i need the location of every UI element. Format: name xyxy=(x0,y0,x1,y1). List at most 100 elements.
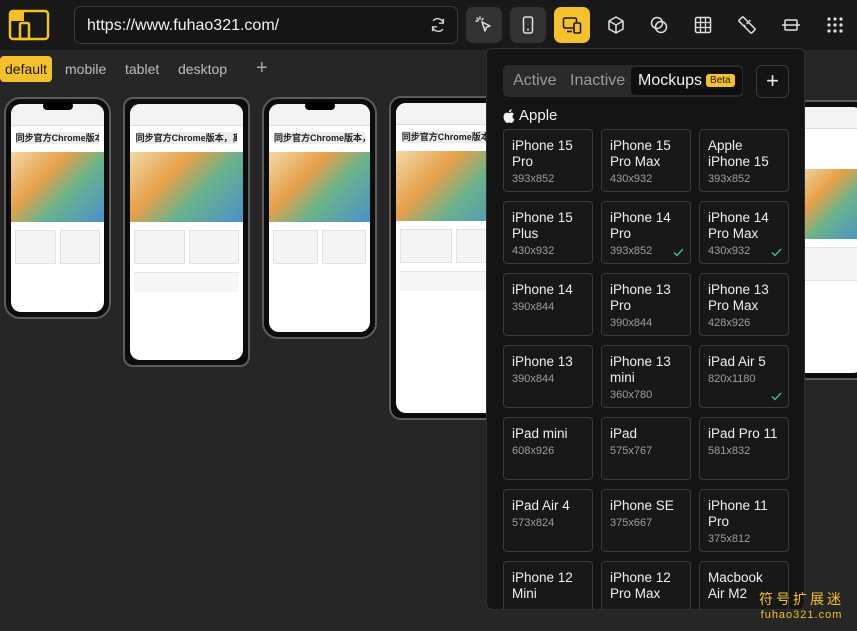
device-card[interactable]: iPad Air 5 820x1180 xyxy=(699,345,789,408)
group-title-label: Apple xyxy=(519,107,558,124)
device-card[interactable]: iPhone 15 Plus 430x932 xyxy=(503,201,593,264)
reload-icon[interactable] xyxy=(429,16,447,34)
device-card[interactable]: iPhone 15 Pro Max 430x932 xyxy=(601,129,691,192)
device-card[interactable]: iPhone 13 Pro Max 428x926 xyxy=(699,273,789,336)
device-card[interactable]: iPhone 13 390x844 xyxy=(503,345,593,408)
device-card[interactable]: iPad mini 608x926 xyxy=(503,417,593,480)
device-name: iPhone 13 Pro Max xyxy=(708,282,769,313)
url-text[interactable]: https://www.fuhao321.com/ xyxy=(87,17,279,35)
segment-inactive[interactable]: Inactive xyxy=(570,65,625,97)
tab-desktop[interactable]: desktop xyxy=(178,56,227,82)
content-cards xyxy=(801,247,857,281)
device-card[interactable]: iPad 575x767 xyxy=(601,417,691,480)
add-tab-button[interactable]: + xyxy=(256,57,268,79)
grid-icon xyxy=(694,16,712,34)
dynamic-island xyxy=(304,102,335,110)
device-screen: 同步官方Chrome版本，离 xyxy=(269,104,370,332)
device-size: 575x767 xyxy=(610,445,653,457)
ruler-button[interactable] xyxy=(729,7,765,43)
device-preview[interactable]: 同步官方Chrome版本，离 xyxy=(123,97,250,367)
device-preview[interactable]: 同步官方Chrome版本，离 xyxy=(262,97,377,339)
dots-grid-icon xyxy=(827,17,843,33)
page-headline: 同步官方Chrome版本，离 xyxy=(15,132,100,144)
device-size: 390x844 xyxy=(512,373,555,385)
segment-mockups[interactable]: Mockups Beta xyxy=(631,67,742,95)
device-size: 428x926 xyxy=(708,317,751,329)
device-name: Apple iPhone 15 xyxy=(708,138,769,169)
device-name: iPhone 15 Plus xyxy=(512,210,573,241)
phone-icon xyxy=(522,16,534,34)
cursor-click-icon xyxy=(475,16,491,32)
device-preview[interactable]: 同步官方Chrome版本，离 xyxy=(4,97,111,319)
check-icon xyxy=(771,392,782,401)
device-name: iPad Pro 11 xyxy=(708,426,778,441)
device-name: iPhone 14 Pro xyxy=(610,210,671,241)
device-size: 573x824 xyxy=(512,517,555,529)
device-card[interactable]: iPhone 14 Pro 393x852 xyxy=(601,201,691,264)
device-card[interactable]: iPhone 14 390x844 xyxy=(503,273,593,336)
site-watermark: 符号扩展迷 fuhao321.com xyxy=(759,589,844,621)
device-size: 430x932 xyxy=(708,245,751,257)
content-cards xyxy=(273,230,366,264)
responsive-devices-button[interactable] xyxy=(554,7,590,43)
content-cards xyxy=(15,230,100,264)
device-card[interactable]: iPhone 14 Pro Max 430x932 xyxy=(699,201,789,264)
tab-mobile[interactable]: mobile xyxy=(65,56,106,82)
group-title: Apple xyxy=(503,107,557,124)
device-card[interactable]: iPhone SE 375x667 xyxy=(601,489,691,552)
device-size: 390x844 xyxy=(512,301,555,313)
device-name: iPhone 14 xyxy=(512,282,573,297)
device-name: iPhone SE xyxy=(610,498,674,513)
device-name: iPhone 15 Pro xyxy=(512,138,573,169)
device-size: 820x1180 xyxy=(708,373,756,385)
device-card[interactable]: iPad Air 4 573x824 xyxy=(503,489,593,552)
device-card[interactable]: Apple iPhone 15 393x852 xyxy=(699,129,789,192)
color-blend-button[interactable] xyxy=(641,7,677,43)
device-size: 393x852 xyxy=(708,173,751,185)
device-card[interactable]: iPhone 13 Pro 390x844 xyxy=(601,273,691,336)
device-name: iPhone 11 Pro xyxy=(708,498,768,529)
device-mockups-panel: Active Inactive Mockups Beta + Apple iPho… xyxy=(486,48,805,610)
device-card[interactable]: iPhone 11 Pro 375x812 xyxy=(699,489,789,552)
device-size: 375x812 xyxy=(708,533,751,545)
device-name: iPhone 15 Pro Max xyxy=(610,138,671,169)
device-card[interactable]: iPhone 12 Mini xyxy=(503,561,593,609)
device-screen xyxy=(797,107,857,373)
app-logo-icon[interactable] xyxy=(8,8,50,42)
check-icon xyxy=(673,248,684,257)
inspect-cursor-button[interactable] xyxy=(466,7,502,43)
device-name: iPhone 13 Pro xyxy=(610,282,671,313)
device-card[interactable]: iPhone 12 Pro Max xyxy=(601,561,691,609)
hero-image xyxy=(269,152,370,222)
url-bar[interactable]: https://www.fuhao321.com/ xyxy=(74,6,458,44)
device-state-segmented-control: Active Inactive Mockups Beta xyxy=(503,65,743,97)
device-card[interactable]: iPad Pro 11 581x832 xyxy=(699,417,789,480)
device-name: iPad Air 5 xyxy=(708,354,766,369)
mobile-view-button[interactable] xyxy=(510,7,546,43)
3d-view-button[interactable] xyxy=(598,7,634,43)
device-name: iPhone 12 Mini xyxy=(512,570,573,601)
cube-icon xyxy=(608,16,624,34)
hero-image xyxy=(11,152,104,222)
more-apps-button[interactable] xyxy=(817,7,853,43)
segment-active[interactable]: Active xyxy=(513,65,557,97)
devices-icon xyxy=(562,17,582,34)
device-size: 390x844 xyxy=(610,317,653,329)
tab-tablet[interactable]: tablet xyxy=(125,56,159,82)
frame-width-button[interactable] xyxy=(773,7,809,43)
frame-width-icon xyxy=(782,19,800,31)
device-screen: 同步官方Chrome版本，离 xyxy=(11,104,104,312)
add-device-button[interactable]: + xyxy=(756,65,789,98)
watermark-url: fuhao321.com xyxy=(760,609,843,621)
tab-default[interactable]: default xyxy=(0,56,53,82)
page-headline: 同步官方Chrome版本，离 xyxy=(274,132,365,144)
device-name: iPhone 12 Pro Max xyxy=(610,570,671,601)
segment-mockups-label: Mockups xyxy=(638,72,703,89)
content-cards xyxy=(134,230,239,264)
beta-badge: Beta xyxy=(706,74,735,87)
device-card[interactable]: iPhone 13 mini 360x780 xyxy=(601,345,691,408)
apple-logo-icon xyxy=(503,108,515,123)
device-card[interactable]: iPhone 15 Pro 393x852 xyxy=(503,129,593,192)
grid-overlay-button[interactable] xyxy=(685,7,721,43)
device-size: 581x832 xyxy=(708,445,751,457)
